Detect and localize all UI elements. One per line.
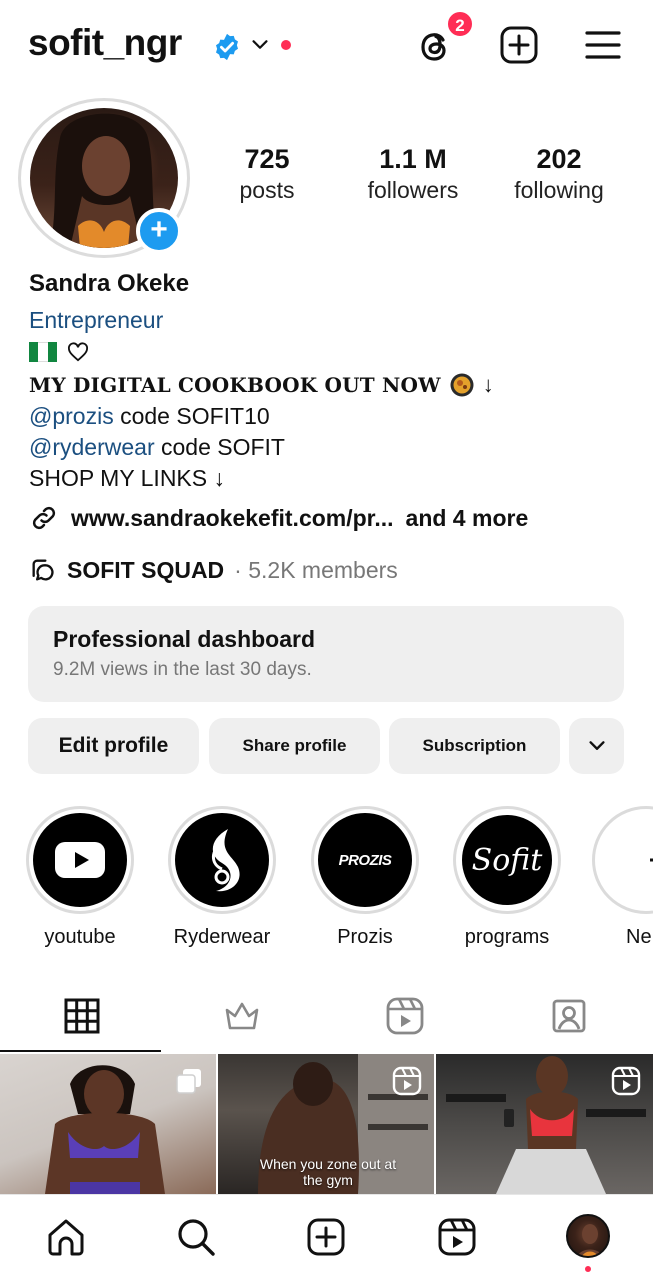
followers-label: followers [367,177,459,203]
ryderwear-mention-link[interactable]: @ryderwear [29,434,155,460]
highlight-label: Prozis [337,926,393,948]
following-label: following [514,177,604,203]
highlight-label: programs [464,926,550,948]
sofit-logo: Sofit [471,842,543,878]
bio-link-row[interactable]: www.sandraokekefit.com/pr... and 4 more [29,503,528,533]
highlight-cover: PROZIS [318,813,412,907]
professional-dashboard-card[interactable]: Professional dashboard 9.2M views in the… [28,606,624,702]
link-icon [32,506,56,530]
highlight-cover [175,813,269,907]
edit-profile-button[interactable]: Edit profile [28,718,199,774]
reels-icon [611,1066,641,1096]
ryderwear-logo [212,829,240,892]
profile-avatar-nav[interactable] [566,1214,610,1258]
food-bowl-icon [450,373,474,397]
bio-prozis-line: @prozis code SOFIT10 [29,403,270,430]
bio-arrow: ↓ [482,372,494,397]
menu-icon[interactable] [582,24,624,66]
bio-cookbook-line: MY DIGITAL COOKBOOK OUT NOW ↓ [29,372,494,398]
subscription-button[interactable]: Subscription [389,718,560,774]
highlight-ring [26,806,134,914]
bio-shop-line: SHOP MY LINKS ↓ [29,465,225,491]
reels-icon [392,1066,422,1096]
highlight-label: Ne [626,926,652,948]
highlight-cover [33,813,127,907]
highlight-prozis[interactable]: PROZIS Prozis [309,806,421,949]
verified-badge-icon [216,33,238,61]
highlight-ring [168,806,276,914]
notification-badge: 2 [446,10,474,38]
plus-icon [650,858,653,862]
suggested-accounts-button[interactable] [569,718,624,774]
bio-cookbook-text: MY DIGITAL COOKBOOK OUT NOW [29,373,441,397]
posts-value: 725 [244,144,290,174]
highlight-ryderwear[interactable]: Ryderwear [166,806,278,949]
account-alert-dot [281,40,291,50]
prozis-mention-link[interactable]: @prozis [29,403,114,429]
post-tile[interactable] [436,1054,653,1194]
chevron-down-icon [588,741,605,750]
following-value: 202 [536,144,582,174]
grid-icon[interactable] [62,996,102,1036]
youtube-icon [55,842,105,878]
followers-count[interactable]: 1.1 M followers [352,144,474,204]
highlight-programs[interactable]: Sofit programs [451,806,563,949]
create-post-icon[interactable] [498,24,540,66]
following-count[interactable]: 202 following [498,144,620,204]
search-icon[interactable] [175,1216,217,1258]
post-tile[interactable] [0,1054,216,1194]
nigeria-flag-icon [29,342,57,362]
create-icon[interactable] [305,1216,347,1258]
tagged-icon[interactable] [549,996,589,1036]
post-tile[interactable]: When you zone out at the gym [218,1054,434,1194]
posts-count[interactable]: 725 posts [216,144,318,204]
community-members: · 5.2K members [234,556,398,583]
highlight-ring [592,806,653,914]
community-chat-icon [32,559,54,581]
followers-value: 1.1 M [379,144,447,174]
home-icon[interactable] [45,1216,87,1258]
profile-notification-dot [585,1266,591,1272]
ryderwear-code-text: code SOFIT [154,434,285,460]
dashboard-subtitle: 9.2M views in the last 30 days. [53,659,312,680]
highlight-new[interactable]: Ne [592,806,653,949]
highlight-label: Ryderwear [173,926,271,948]
community-name[interactable]: SOFIT SQUAD [67,557,224,584]
highlight-ring: PROZIS [311,806,419,914]
community-row[interactable]: SOFIT SQUAD · 5.2K members [29,556,398,584]
profile-username[interactable]: sofit_ngr [28,22,182,64]
add-story-button[interactable]: + [136,208,182,254]
share-profile-button[interactable]: Share profile [209,718,380,774]
crown-icon[interactable] [222,996,262,1036]
reel-caption: When you zone out at the gym [259,1156,397,1188]
prozis-logo: PROZIS [338,851,392,869]
reels-nav-icon[interactable] [436,1216,478,1258]
prozis-code-text: code SOFIT10 [113,403,270,429]
active-tab-indicator [0,1050,161,1052]
profile-category[interactable]: Entrepreneur [29,307,163,334]
carousel-icon [176,1069,201,1094]
chevron-down-icon[interactable] [249,34,271,56]
reels-icon[interactable] [385,996,425,1036]
profile-name: Sandra Okeke [29,270,190,297]
highlight-label: youtube [44,926,116,948]
highlight-cover: Sofit [460,813,554,907]
bio-link-more[interactable]: and 4 more [406,505,529,532]
bio-ryderwear-line: @ryderwear code SOFIT [29,434,285,461]
highlight-ring: Sofit [453,806,561,914]
posts-label: posts [239,177,295,203]
highlight-youtube[interactable]: youtube [24,806,136,949]
heart-outline-icon [68,342,88,362]
bio-link-url[interactable]: www.sandraokekefit.com/pr... [71,505,394,532]
bio-emoji-row [29,340,89,364]
dashboard-title: Professional dashboard [53,626,316,652]
